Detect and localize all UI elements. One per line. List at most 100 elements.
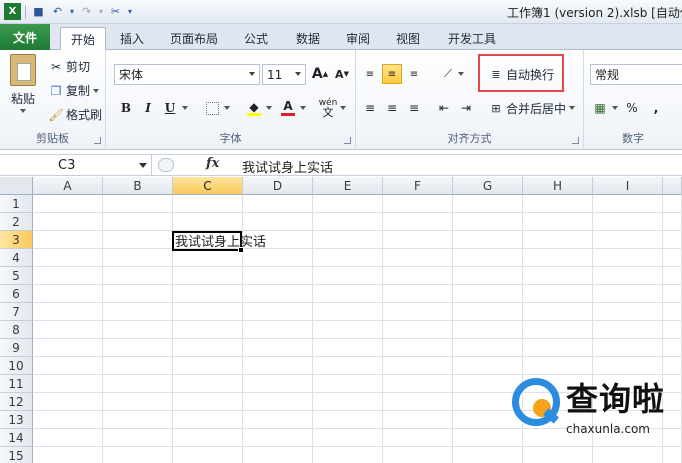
italic-button[interactable]: I (138, 98, 158, 118)
name-box[interactable]: C3 (0, 155, 152, 175)
cell-e14[interactable] (313, 429, 383, 447)
font-size-dropdown-icon[interactable] (295, 72, 301, 76)
font-size-combo[interactable]: 11 (262, 64, 306, 85)
cell-c8[interactable] (173, 321, 243, 339)
copy-button[interactable]: ❐ 复制 (48, 82, 100, 99)
row-header-9[interactable]: 9 (0, 339, 33, 357)
customize-qat-icon[interactable]: ▾ (126, 3, 134, 20)
column-header-b[interactable]: B (103, 177, 173, 195)
tab-developer[interactable]: 开发工具 (440, 27, 504, 50)
row-header-13[interactable]: 13 (0, 411, 33, 429)
column-header-overflow[interactable] (663, 177, 682, 195)
cell-a4[interactable] (33, 249, 103, 267)
cell-h5[interactable] (523, 267, 593, 285)
cell-overflow-8[interactable] (663, 321, 682, 339)
tab-formulas[interactable]: 公式 (236, 27, 276, 50)
cell-d1[interactable] (243, 195, 313, 213)
underline-dropdown-icon[interactable] (178, 98, 188, 118)
cell-d9[interactable] (243, 339, 313, 357)
shrink-font-button[interactable]: A ▼ (332, 64, 352, 84)
tab-review[interactable]: 审阅 (338, 27, 378, 50)
cell-b15[interactable] (103, 447, 173, 463)
cell-a15[interactable] (33, 447, 103, 463)
comma-button[interactable]: , (646, 98, 666, 118)
cell-overflow-15[interactable] (663, 447, 682, 463)
cell-d10[interactable] (243, 357, 313, 375)
column-header-i[interactable]: I (593, 177, 663, 195)
row-header-14[interactable]: 14 (0, 429, 33, 447)
cell-f5[interactable] (383, 267, 453, 285)
cell-f7[interactable] (383, 303, 453, 321)
cell-e6[interactable] (313, 285, 383, 303)
cell-c12[interactable] (173, 393, 243, 411)
cell-c13[interactable] (173, 411, 243, 429)
cell-i6[interactable] (593, 285, 663, 303)
tab-insert[interactable]: 插入 (112, 27, 152, 50)
cell-d7[interactable] (243, 303, 313, 321)
cell-a14[interactable] (33, 429, 103, 447)
copy-dropdown-icon[interactable] (93, 88, 100, 93)
tab-home[interactable]: 开始 (60, 27, 106, 51)
cell-b9[interactable] (103, 339, 173, 357)
cell-h7[interactable] (523, 303, 593, 321)
align-center-button[interactable]: ≡ (382, 98, 402, 118)
cell-f10[interactable] (383, 357, 453, 375)
redo-dropdown-icon[interactable]: ▾ (97, 3, 105, 20)
column-header-f[interactable]: F (383, 177, 453, 195)
cell-f3[interactable] (383, 231, 453, 249)
cell-d11[interactable] (243, 375, 313, 393)
row-header-10[interactable]: 10 (0, 357, 33, 375)
cell-d12[interactable] (243, 393, 313, 411)
cell-e4[interactable] (313, 249, 383, 267)
tab-page-layout[interactable]: 页面布局 (162, 27, 226, 50)
cell-d14[interactable] (243, 429, 313, 447)
cell-a9[interactable] (33, 339, 103, 357)
paste-button[interactable]: 粘贴 (6, 54, 40, 114)
cell-e12[interactable] (313, 393, 383, 411)
cell-b10[interactable] (103, 357, 173, 375)
cell-h4[interactable] (523, 249, 593, 267)
cell-b4[interactable] (103, 249, 173, 267)
formula-bar-divider-handle[interactable] (158, 158, 174, 172)
cell-overflow-4[interactable] (663, 249, 682, 267)
align-middle-button[interactable]: ≡ (382, 64, 402, 84)
cell-g1[interactable] (453, 195, 523, 213)
align-left-button[interactable]: ≡ (360, 98, 380, 118)
cell-f11[interactable] (383, 375, 453, 393)
row-header-7[interactable]: 7 (0, 303, 33, 321)
cell-a3[interactable] (33, 231, 103, 249)
align-top-button[interactable]: ≡ (360, 64, 380, 84)
row-header-1[interactable]: 1 (0, 195, 33, 213)
cell-f6[interactable] (383, 285, 453, 303)
align-bottom-button[interactable]: ≡ (404, 64, 424, 84)
fill-handle[interactable] (238, 247, 244, 253)
cell-a11[interactable] (33, 375, 103, 393)
bold-button[interactable]: B (116, 98, 136, 118)
number-format-combo[interactable]: 常规 (590, 64, 682, 85)
cell-h1[interactable] (523, 195, 593, 213)
font-color-button[interactable]: A (278, 98, 298, 118)
row-header-15[interactable]: 15 (0, 447, 33, 463)
cell-c2[interactable] (173, 213, 243, 231)
decrease-indent-button[interactable]: ⇤ (434, 98, 454, 118)
cell-f9[interactable] (383, 339, 453, 357)
cell-a1[interactable] (33, 195, 103, 213)
cell-c10[interactable] (173, 357, 243, 375)
cell-g2[interactable] (453, 213, 523, 231)
insert-function-button[interactable]: fx (206, 156, 219, 171)
cell-f12[interactable] (383, 393, 453, 411)
cell-i4[interactable] (593, 249, 663, 267)
cell-g3[interactable] (453, 231, 523, 249)
cell-b2[interactable] (103, 213, 173, 231)
phonetic-dropdown-icon[interactable] (336, 98, 346, 118)
cell-i1[interactable] (593, 195, 663, 213)
row-header-11[interactable]: 11 (0, 375, 33, 393)
cell-a10[interactable] (33, 357, 103, 375)
row-header-12[interactable]: 12 (0, 393, 33, 411)
cell-d8[interactable] (243, 321, 313, 339)
cell-i8[interactable] (593, 321, 663, 339)
cell-f8[interactable] (383, 321, 453, 339)
column-header-a[interactable]: A (33, 177, 103, 195)
cell-b14[interactable] (103, 429, 173, 447)
cell-d6[interactable] (243, 285, 313, 303)
